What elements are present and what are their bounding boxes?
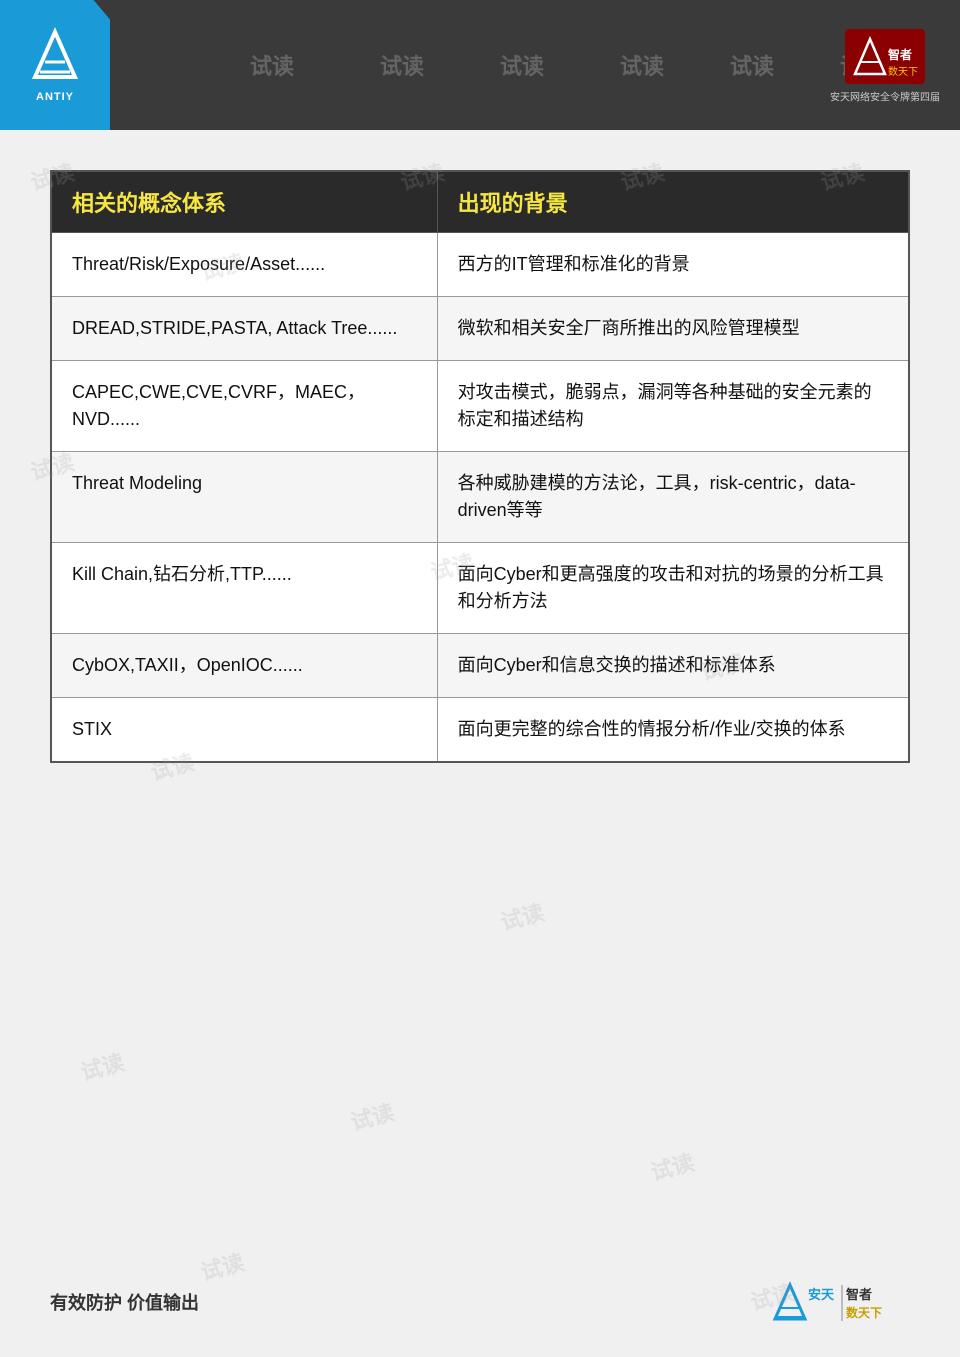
wm-overlay-12: 试读 bbox=[347, 1095, 398, 1137]
logo-icon bbox=[25, 27, 85, 87]
brand-logo-icon: 智者 数天下 bbox=[845, 27, 925, 87]
table-cell-right: 对攻击模式，脆弱点，漏洞等各种基础的安全元素的标定和描述结构 bbox=[437, 361, 909, 452]
watermark-3: 试读 bbox=[500, 49, 544, 81]
watermark-1: 试读 bbox=[250, 49, 294, 81]
table-cell-left: Threat Modeling bbox=[51, 452, 437, 543]
svg-text:智者: 智者 bbox=[887, 47, 912, 62]
logo-text: ANTIY bbox=[36, 91, 74, 103]
table-cell-right: 微软和相关安全厂商所推出的风险管理模型 bbox=[437, 297, 909, 361]
brand-subtitle: 安天网络安全令牌第四届 bbox=[830, 89, 940, 104]
footer-logo-icon: 安天 智者 数天下 bbox=[770, 1277, 910, 1327]
header: ANTIY 试读 试读 试读 试读 试读 试读 智者 数天下 安天网络安全令牌第… bbox=[0, 0, 960, 130]
footer-tagline: 有效防护 价值输出 bbox=[50, 1289, 199, 1315]
table-row: CAPEC,CWE,CVE,CVRF，MAEC，NVD......对攻击模式，脆… bbox=[51, 361, 909, 452]
table-cell-right: 西方的IT管理和标准化的背景 bbox=[437, 233, 909, 297]
col1-header: 相关的概念体系 bbox=[51, 171, 437, 233]
table-cell-right: 各种威胁建模的方法论，工具，risk-centric，data-driven等等 bbox=[437, 452, 909, 543]
main-content: 相关的概念体系 出现的背景 Threat/Risk/Exposure/Asset… bbox=[0, 130, 960, 793]
concept-table: 相关的概念体系 出现的背景 Threat/Risk/Exposure/Asset… bbox=[50, 170, 910, 763]
table-row: DREAD,STRIDE,PASTA, Attack Tree......微软和… bbox=[51, 297, 909, 361]
wm-overlay-11: 试读 bbox=[77, 1045, 128, 1087]
svg-text:智者: 智者 bbox=[846, 1287, 872, 1302]
table-cell-left: Threat/Risk/Exposure/Asset...... bbox=[51, 233, 437, 297]
logo-box: ANTIY bbox=[0, 0, 110, 130]
table-cell-right: 面向Cyber和更高强度的攻击和对抗的场景的分析工具和分析方法 bbox=[437, 543, 909, 634]
table-row: Threat/Risk/Exposure/Asset......西方的IT管理和… bbox=[51, 233, 909, 297]
table-row: Kill Chain,钻石分析,TTP......面向Cyber和更高强度的攻击… bbox=[51, 543, 909, 634]
svg-text:安天: 安天 bbox=[808, 1287, 835, 1302]
table-row: CybOX,TAXII，OpenIOC......面向Cyber和信息交换的描述… bbox=[51, 634, 909, 698]
table-header-row: 相关的概念体系 出现的背景 bbox=[51, 171, 909, 233]
header-brand: 智者 数天下 安天网络安全令牌第四届 bbox=[830, 27, 940, 104]
svg-text:数天下: 数天下 bbox=[846, 1305, 882, 1320]
table-cell-left: STIX bbox=[51, 698, 437, 763]
table-cell-left: CAPEC,CWE,CVE,CVRF，MAEC，NVD...... bbox=[51, 361, 437, 452]
wm-overlay-13: 试读 bbox=[647, 1145, 698, 1187]
table-row: Threat Modeling各种威胁建模的方法论，工具，risk-centri… bbox=[51, 452, 909, 543]
table-cell-right: 面向Cyber和信息交换的描述和标准体系 bbox=[437, 634, 909, 698]
table-cell-right: 面向更完整的综合性的情报分析/作业/交换的体系 bbox=[437, 698, 909, 763]
footer: 有效防护 价值输出 安天 智者 数天下 bbox=[50, 1277, 910, 1327]
watermark-2: 试读 bbox=[380, 49, 424, 81]
watermark-5: 试读 bbox=[730, 49, 774, 81]
table-row: STIX面向更完整的综合性的情报分析/作业/交换的体系 bbox=[51, 698, 909, 763]
wm-overlay-10: 试读 bbox=[497, 895, 548, 937]
table-cell-left: CybOX,TAXII，OpenIOC...... bbox=[51, 634, 437, 698]
table-cell-left: Kill Chain,钻石分析,TTP...... bbox=[51, 543, 437, 634]
table-cell-left: DREAD,STRIDE,PASTA, Attack Tree...... bbox=[51, 297, 437, 361]
watermark-4: 试读 bbox=[620, 49, 664, 81]
footer-logo: 安天 智者 数天下 bbox=[770, 1277, 910, 1327]
svg-text:数天下: 数天下 bbox=[888, 65, 918, 78]
col2-header: 出现的背景 bbox=[437, 171, 909, 233]
